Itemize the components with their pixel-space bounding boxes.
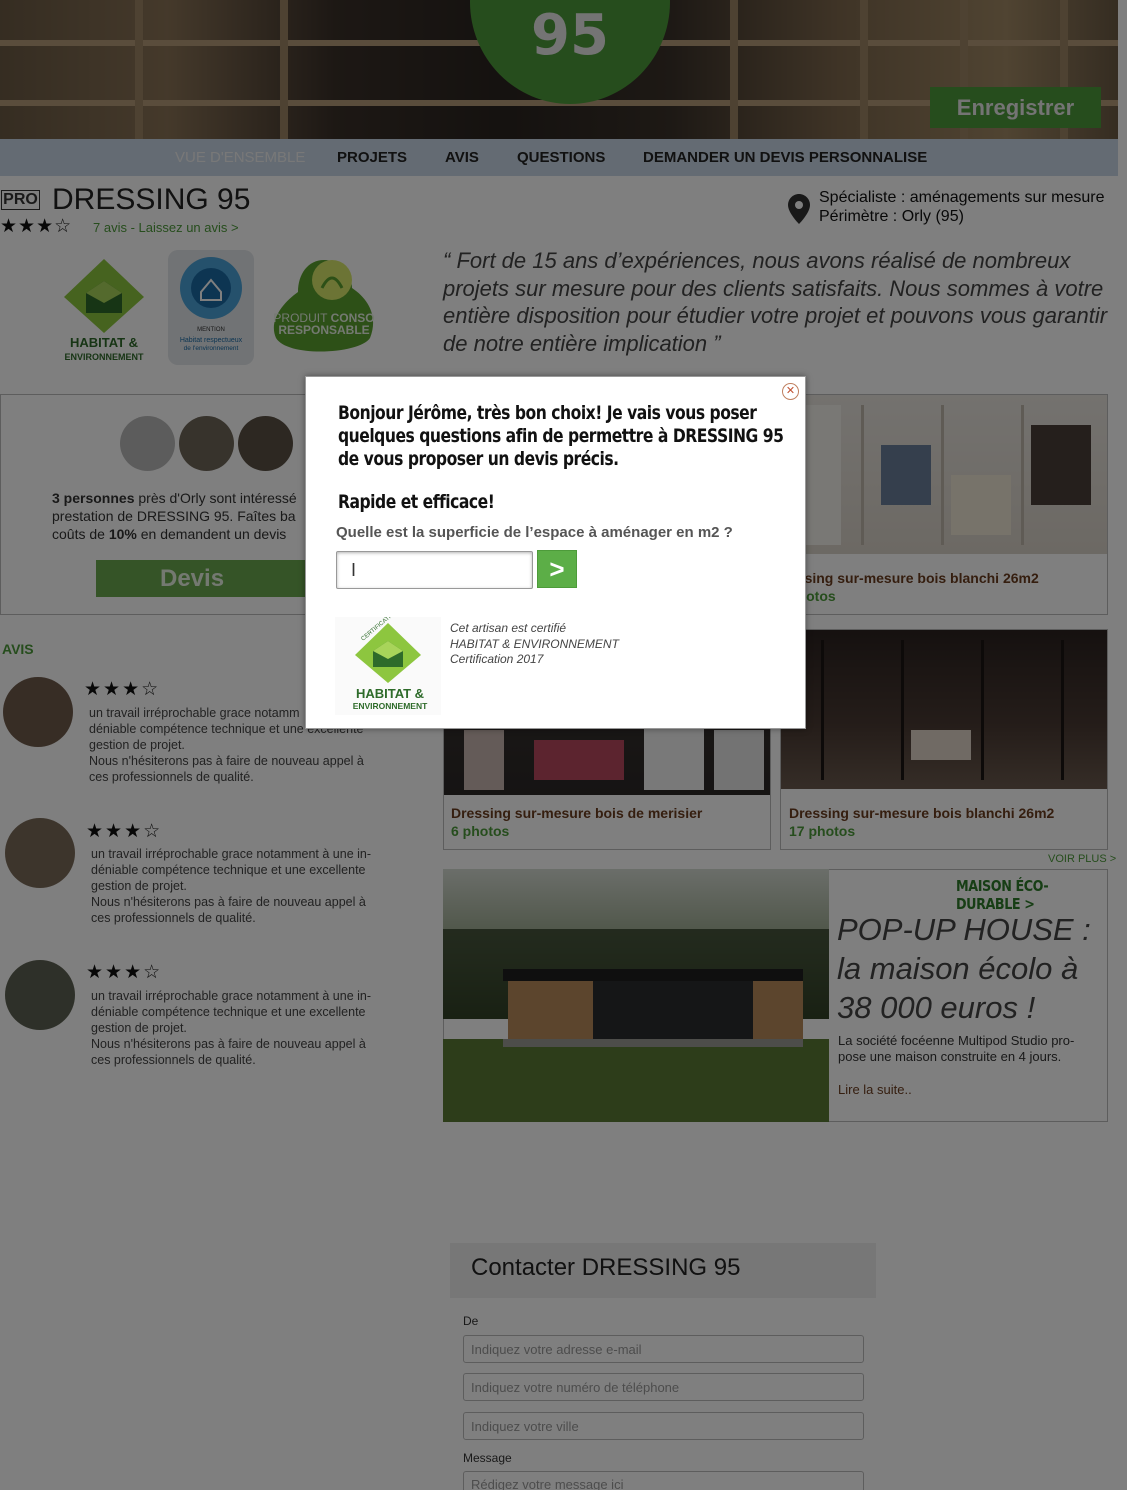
he-logo-line2: ENVIRONNEMENT: [353, 701, 428, 711]
certification-text: Cet artisan est certifié HABITAT & ENVIR…: [450, 621, 619, 668]
close-icon[interactable]: ✕: [782, 383, 799, 400]
area-input[interactable]: [336, 551, 533, 589]
cert-line: HABITAT & ENVIRONNEMENT: [450, 636, 619, 651]
habitat-environnement-logo: CERTIFICATION HABITAT & ENVIRONNEMENT: [335, 617, 441, 715]
modal-title: Bonjour Jérôme, très bon choix! Je vais …: [338, 402, 784, 470]
modal-subtitle: Rapide et efficace!: [338, 491, 495, 513]
cert-line: Certification 2017: [450, 652, 544, 666]
modal-overlay[interactable]: [0, 0, 1127, 1490]
modal-question: Quelle est la superficie de l’espace à a…: [336, 524, 733, 541]
next-button[interactable]: >: [537, 550, 577, 588]
cert-line: Cet artisan est certifié: [450, 621, 567, 635]
he-logo-line1: HABITAT &: [356, 686, 424, 701]
